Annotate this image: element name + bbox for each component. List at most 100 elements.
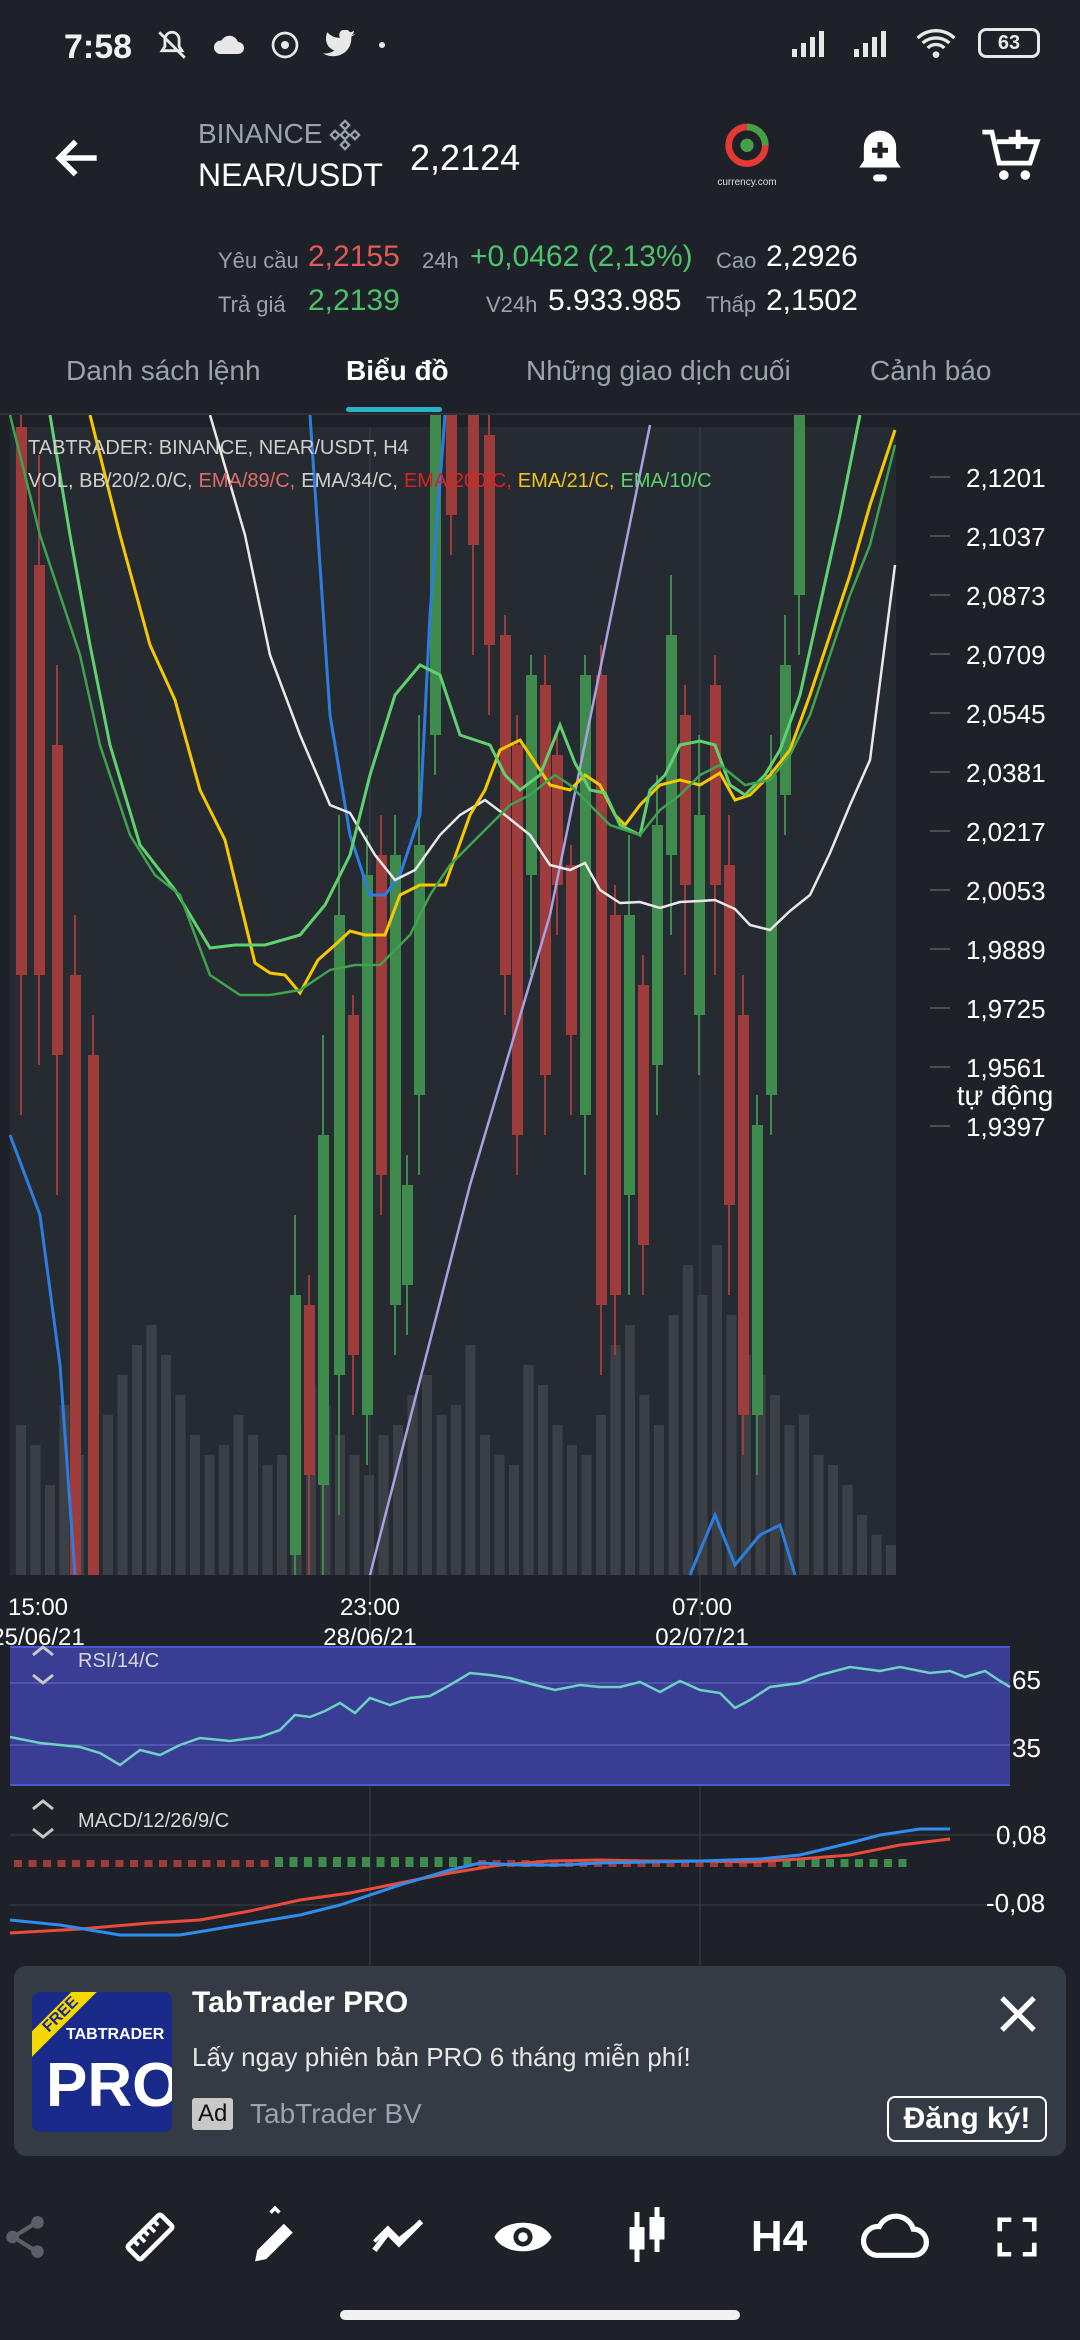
candle-body xyxy=(334,915,345,1375)
trading-pair[interactable]: NEAR/USDT xyxy=(198,157,383,194)
macd-tick-top: 0,08 xyxy=(996,1820,1047,1850)
high-label: Cao xyxy=(716,248,757,273)
volume-bar xyxy=(842,1485,853,1575)
candle-body xyxy=(794,415,805,595)
volume-bar xyxy=(103,1415,113,1575)
status-icons-left xyxy=(155,28,385,62)
fullscreen-button[interactable] xyxy=(982,2202,1052,2272)
candle-body xyxy=(414,845,425,1095)
macd-tick-bottom: -0,08 xyxy=(986,1888,1046,1918)
volume-bar xyxy=(726,1315,737,1575)
candle-body xyxy=(652,825,663,1065)
legend-ema-89: EMA/89/C, xyxy=(198,470,296,492)
low-label: Thấp xyxy=(706,292,757,317)
signal-icon-2 xyxy=(854,31,886,57)
volume-bar xyxy=(799,1415,809,1575)
pencil-icon xyxy=(255,2206,293,2262)
volume-value: 5.933.985 xyxy=(548,284,682,317)
visibility-button[interactable] xyxy=(488,2202,558,2272)
macd-histogram-bar xyxy=(318,1857,327,1867)
rsi-tick-35: 35 xyxy=(1012,1733,1041,1763)
tab-alerts[interactable]: Cảnh báo xyxy=(870,355,991,387)
high-value: 2,2926 xyxy=(766,240,858,273)
ask-label: Yêu cầu xyxy=(218,248,299,273)
price-tick-label: 2,0053 xyxy=(966,876,1046,906)
volume-label: V24h xyxy=(486,292,538,317)
ruler-icon xyxy=(125,2212,175,2262)
tab-chart[interactable]: Biểu đồ xyxy=(346,355,449,387)
legend-ema-21: EMA/21/C, xyxy=(517,470,615,492)
rsi-collapse-icon[interactable] xyxy=(28,1641,58,1691)
stats-panel: Yêu cầu 2,2155 Trả giá 2,2139 24h +0,046… xyxy=(0,238,1080,328)
candle-body xyxy=(666,635,677,855)
back-arrow-icon[interactable] xyxy=(50,130,106,186)
twitter-icon xyxy=(323,30,356,57)
change-label: 24h xyxy=(422,248,459,273)
volume-bar xyxy=(610,1345,621,1575)
macd-histogram-bar xyxy=(898,1859,907,1867)
tab-last-trades[interactable]: Những giao dịch cuối xyxy=(526,355,791,387)
candle-body xyxy=(376,855,387,1175)
macd-histogram-bar xyxy=(304,1857,312,1867)
add-to-cart-icon[interactable] xyxy=(980,126,1042,186)
candle-body xyxy=(680,715,691,885)
home-indicator xyxy=(340,2310,740,2320)
volume-bar xyxy=(509,1465,519,1575)
macd-histogram-bar xyxy=(449,1857,457,1867)
ad-advertiser: TabTrader BV xyxy=(250,2098,422,2129)
exchange-name: BINANCE xyxy=(198,118,323,149)
tab-order-book[interactable]: Danh sách lệnh xyxy=(66,355,261,387)
volume-bar xyxy=(436,1415,447,1575)
macd-histogram-bar xyxy=(173,1860,182,1867)
candle-body xyxy=(624,915,635,1195)
candle-body xyxy=(752,1125,763,1415)
status-time: 7:58 xyxy=(64,28,133,66)
volume-bar xyxy=(625,1325,635,1575)
chart-area[interactable]: 2,1201 2,1037 2,0873 2,0709 2,0545 2,0381 2,02… xyxy=(0,414,1080,1975)
volume-bar xyxy=(364,1475,374,1575)
volume-bar xyxy=(132,1345,142,1575)
candle-body xyxy=(88,1055,99,1575)
candle-body xyxy=(540,685,551,1075)
candle-body xyxy=(52,745,63,1055)
macd-histogram-bar xyxy=(840,1859,849,1867)
candle-body xyxy=(710,685,721,885)
ad-card[interactable]: FREE TABTRADER PRO TabTrader PRO Lấy nga… xyxy=(14,1966,1066,2156)
tab-active-indicator xyxy=(346,407,442,412)
macd-histogram-bar xyxy=(434,1857,443,1867)
timeframe-button[interactable]: H4 xyxy=(734,2202,824,2272)
candle-body xyxy=(348,1015,359,1355)
macd-histogram-bar xyxy=(159,1860,167,1867)
macd-line xyxy=(9,1827,950,1937)
candle-body xyxy=(610,915,621,1295)
macd-histogram-bar xyxy=(391,1857,399,1867)
last-price: 2,2124 xyxy=(410,137,521,178)
candle-body xyxy=(390,855,401,1305)
auto-scale-label[interactable]: tự động xyxy=(950,1080,1060,1112)
indicators-button[interactable] xyxy=(364,2202,434,2272)
mute-icon xyxy=(158,30,186,59)
signal-icon xyxy=(792,31,824,57)
currency-com-logo[interactable]: currency.com xyxy=(712,122,782,192)
chart-svg: 2,1201 2,1037 2,0873 2,0709 2,0545 2,0381 2,02… xyxy=(0,414,1046,1965)
price-tick-label: 2,0545 xyxy=(966,699,1046,729)
alert-bell-icon[interactable] xyxy=(852,126,908,186)
price-tick-label: 2,1037 xyxy=(966,522,1046,552)
ask-value: 2,2155 xyxy=(308,240,400,273)
draw-button[interactable] xyxy=(240,2202,310,2272)
ruler-button[interactable] xyxy=(115,2202,185,2272)
chart-type-button[interactable] xyxy=(612,2202,682,2272)
share-button[interactable] xyxy=(0,2202,60,2272)
chart-title: TABTRADER: BINANCE, NEAR/USDT, H4 xyxy=(28,437,409,459)
macd-collapse-icon[interactable] xyxy=(28,1795,58,1845)
ad-signup-button[interactable]: Đăng ký! xyxy=(887,2096,1047,2142)
trend-lines-icon xyxy=(372,2219,424,2252)
macd-histogram-bar xyxy=(376,1857,385,1867)
macd-histogram-bar xyxy=(347,1857,356,1867)
cloud-sync-button[interactable] xyxy=(860,2202,930,2272)
volume-bar xyxy=(161,1355,171,1575)
legend-ema-200: EMA/200/C, xyxy=(403,470,512,492)
volume-bar xyxy=(117,1375,128,1575)
cloud-icon xyxy=(861,2213,929,2258)
ad-close-icon[interactable] xyxy=(994,1990,1042,2038)
